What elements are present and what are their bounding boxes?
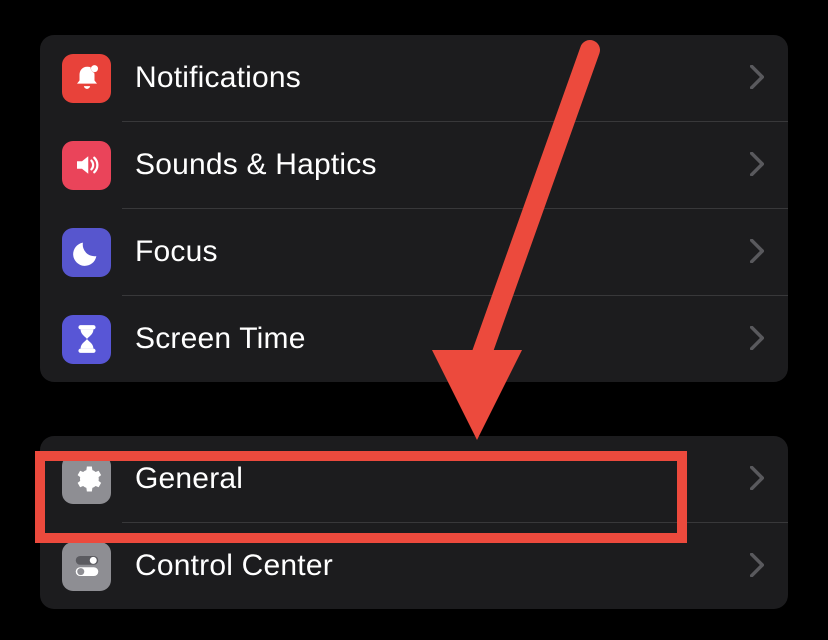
speaker-icon (62, 141, 111, 190)
chevron-right-icon (750, 463, 764, 495)
settings-group-2: General Control Center (40, 436, 788, 609)
switches-icon (62, 542, 111, 591)
row-control-center[interactable]: Control Center (40, 523, 788, 609)
settings-group-1: Notifications Sounds & Haptics Focus (40, 35, 788, 382)
row-label: Focus (135, 235, 750, 269)
row-sounds-haptics[interactable]: Sounds & Haptics (40, 122, 788, 208)
row-notifications[interactable]: Notifications (40, 35, 788, 121)
row-focus[interactable]: Focus (40, 209, 788, 295)
row-label: General (135, 462, 750, 496)
moon-icon (62, 228, 111, 277)
row-label: Notifications (135, 61, 750, 95)
row-general[interactable]: General (40, 436, 788, 522)
chevron-right-icon (750, 236, 764, 268)
row-label: Sounds & Haptics (135, 148, 750, 182)
chevron-right-icon (750, 62, 764, 94)
hourglass-icon (62, 315, 111, 364)
row-label: Screen Time (135, 322, 750, 356)
chevron-right-icon (750, 323, 764, 355)
row-label: Control Center (135, 549, 750, 583)
chevron-right-icon (750, 550, 764, 582)
chevron-right-icon (750, 149, 764, 181)
bell-icon (62, 54, 111, 103)
gear-icon (62, 455, 111, 504)
row-screen-time[interactable]: Screen Time (40, 296, 788, 382)
